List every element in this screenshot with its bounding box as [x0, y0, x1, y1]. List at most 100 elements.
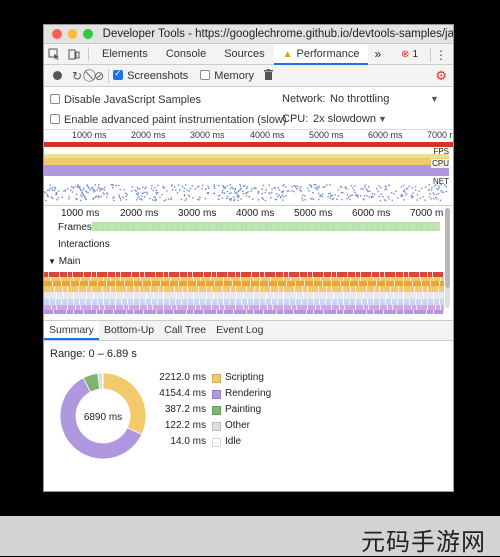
flame-event-block[interactable]: [357, 292, 364, 299]
flame-event-block[interactable]: [374, 277, 381, 281]
flame-event-block[interactable]: [181, 277, 194, 281]
flame-event-block[interactable]: [341, 281, 350, 286]
flame-event-block[interactable]: [300, 272, 308, 277]
flame-event-block[interactable]: [421, 277, 434, 281]
reload-profile-icon[interactable]: ↻: [72, 69, 82, 83]
flame-event-block[interactable]: [197, 281, 206, 286]
flame-event-block[interactable]: [187, 310, 194, 314]
frame-block[interactable]: [95, 222, 103, 231]
flame-event-block[interactable]: [73, 272, 84, 277]
flame-event-block[interactable]: [381, 277, 391, 281]
flame-event-block[interactable]: [145, 272, 156, 277]
flame-event-block[interactable]: [76, 305, 81, 310]
flame-event-block[interactable]: [404, 292, 417, 299]
flame-event-block[interactable]: [391, 286, 399, 292]
flame-event-block[interactable]: [214, 292, 224, 299]
flame-event-block[interactable]: [121, 272, 132, 277]
flame-event-block[interactable]: [388, 305, 393, 310]
timeline-flamechart[interactable]: 1000 ms 2000 ms 3000 ms 4000 ms 5000 ms …: [44, 206, 453, 321]
frame-block[interactable]: [133, 222, 142, 231]
flame-event-block[interactable]: [291, 277, 301, 281]
flame-event-block[interactable]: [260, 281, 269, 286]
minimize-window-button[interactable]: [67, 29, 78, 39]
flame-event-block[interactable]: [236, 305, 244, 310]
flame-event-block[interactable]: [391, 277, 404, 281]
tab-bottom-up[interactable]: Bottom-Up: [99, 320, 159, 340]
frame-block[interactable]: [377, 222, 384, 231]
flame-event-block[interactable]: [100, 305, 105, 310]
flame-event-block[interactable]: [284, 299, 290, 305]
flame-event-block[interactable]: [260, 299, 266, 305]
flame-event-block[interactable]: [404, 277, 411, 281]
trash-icon[interactable]: [264, 68, 274, 83]
flame-event-block[interactable]: [254, 277, 261, 281]
flame-event-block[interactable]: [141, 277, 151, 281]
flame-event-block[interactable]: [260, 272, 265, 277]
flame-event-block[interactable]: [422, 281, 431, 286]
flame-event-block[interactable]: [206, 281, 215, 286]
flame-event-block[interactable]: [420, 272, 428, 277]
flame-event-block[interactable]: [134, 292, 147, 299]
flame-event-block[interactable]: [81, 305, 92, 310]
flame-event-block[interactable]: [385, 272, 396, 277]
flame-event-block[interactable]: [204, 310, 217, 314]
frame-block[interactable]: [291, 222, 296, 231]
flame-event-block[interactable]: [380, 272, 385, 277]
flame-event-block[interactable]: [254, 310, 264, 314]
flame-event-block[interactable]: [428, 299, 434, 305]
flame-event-block[interactable]: [386, 281, 395, 286]
flame-event-block[interactable]: [255, 286, 260, 292]
flame-event-block[interactable]: [147, 292, 154, 299]
flame-event-block[interactable]: [440, 299, 444, 305]
flame-event-block[interactable]: [194, 299, 200, 305]
flame-event-block[interactable]: [188, 286, 199, 292]
flame-event-block[interactable]: [384, 310, 397, 314]
flame-event-block[interactable]: [414, 310, 427, 314]
flame-event-block[interactable]: [356, 272, 361, 277]
flame-event-block[interactable]: [308, 272, 313, 277]
flame-event-block[interactable]: [321, 277, 331, 281]
flame-event-block[interactable]: [327, 292, 334, 299]
flame-event-block[interactable]: [344, 310, 354, 314]
flame-event-block[interactable]: [392, 299, 398, 305]
flame-event-block[interactable]: [434, 277, 441, 281]
flame-event-block[interactable]: [416, 299, 422, 305]
frame-block[interactable]: [408, 222, 417, 231]
flame-event-block[interactable]: [303, 286, 308, 292]
flame-event-block[interactable]: [91, 277, 104, 281]
flame-event-block[interactable]: [284, 272, 289, 277]
flame-event-block[interactable]: [297, 292, 304, 299]
flame-event-block[interactable]: [287, 281, 296, 286]
flame-event-block[interactable]: [200, 299, 206, 305]
flame-event-block[interactable]: [98, 299, 104, 305]
flame-event-block[interactable]: [404, 310, 414, 314]
flame-event-block[interactable]: [314, 277, 321, 281]
flame-event-block[interactable]: [153, 305, 164, 310]
flame-event-block[interactable]: [380, 299, 386, 305]
tab-console[interactable]: Console: [157, 44, 215, 65]
frame-block[interactable]: [395, 222, 403, 231]
flame-event-block[interactable]: [217, 272, 228, 277]
frames-track[interactable]: [92, 222, 440, 231]
flame-event-block[interactable]: [94, 292, 104, 299]
flame-event-block[interactable]: [380, 305, 388, 310]
flame-event-block[interactable]: [49, 272, 60, 277]
flame-event-block[interactable]: [144, 310, 157, 314]
flame-event-block[interactable]: [92, 299, 98, 305]
flame-event-block[interactable]: [196, 305, 201, 310]
flame-event-block[interactable]: [345, 305, 356, 310]
error-count[interactable]: 1: [412, 49, 418, 60]
flame-event-block[interactable]: [356, 299, 362, 305]
flame-event-block[interactable]: [314, 281, 323, 286]
frame-block[interactable]: [258, 222, 267, 231]
flame-event-block[interactable]: [231, 286, 236, 292]
flame-event-block[interactable]: [44, 277, 51, 281]
flame-event-block[interactable]: [367, 310, 374, 314]
flame-event-block[interactable]: [177, 305, 188, 310]
flame-event-block[interactable]: [404, 299, 410, 305]
flame-event-block[interactable]: [68, 272, 73, 277]
flame-event-block[interactable]: [223, 286, 231, 292]
flame-event-block[interactable]: [89, 281, 98, 286]
disable-js-samples-checkbox[interactable]: [50, 94, 60, 104]
flame-event-block[interactable]: [441, 305, 444, 310]
